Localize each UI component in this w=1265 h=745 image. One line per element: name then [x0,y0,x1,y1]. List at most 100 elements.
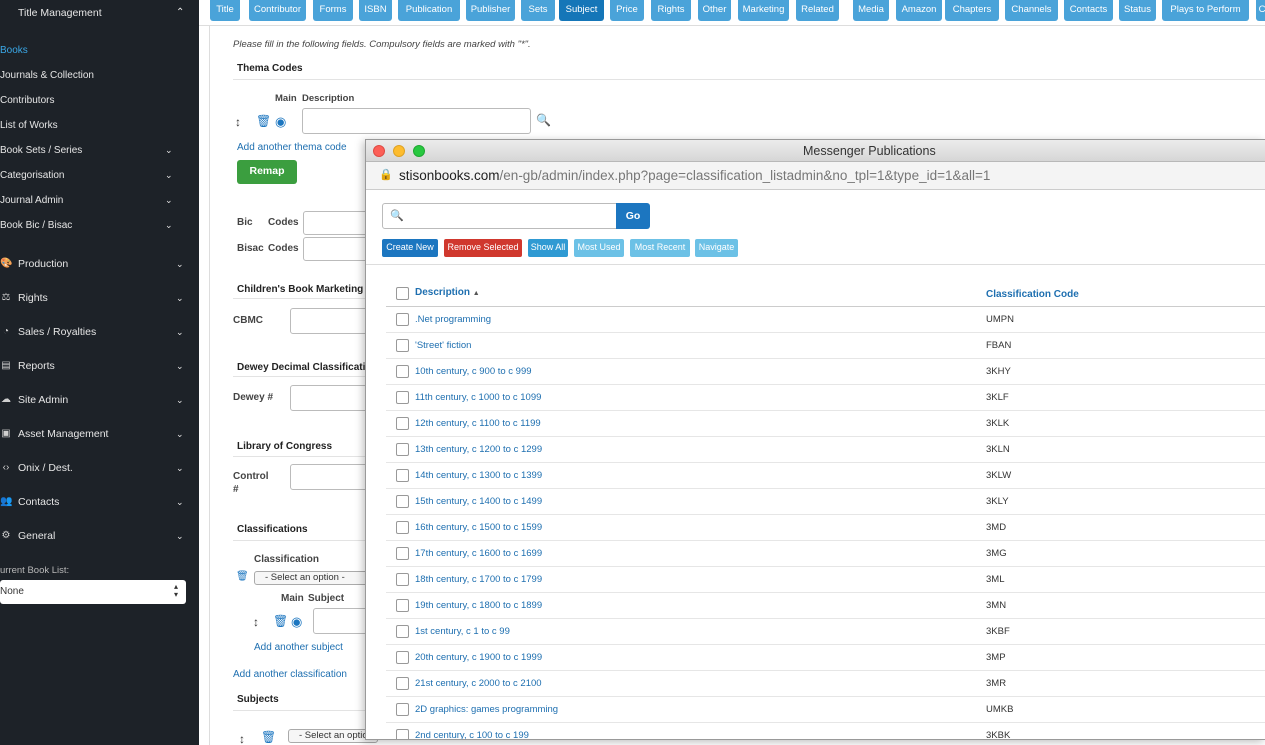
tab-chapters[interactable]: Chapters [945,0,999,21]
go-button[interactable]: Go [616,203,650,229]
row-checkbox[interactable] [396,599,409,612]
row-description-link[interactable]: 14th century, c 1300 to c 1399 [415,470,542,481]
table-row[interactable]: 11th century, c 1000 to c 1099 3KLF [386,385,1265,411]
table-row[interactable]: 15th century, c 1400 to c 1499 3KLY [386,489,1265,515]
table-row[interactable]: 16th century, c 1500 to c 1599 3MD [386,515,1265,541]
row-checkbox[interactable] [396,729,409,739]
row-checkbox[interactable] [396,625,409,638]
sidebar-item-book-sets-series[interactable]: Book Sets / Series ⌄ [0,142,199,162]
main-radio-icon[interactable]: ◉ [291,614,302,630]
add-subject-link[interactable]: Add another subject [254,642,343,653]
trash-icon[interactable]: 🗑 [273,614,288,628]
url-bar[interactable]: 🔒 stisonbooks.com/en-gb/admin/index.php?… [366,162,1265,190]
tab-subject[interactable]: Subject [559,0,604,21]
control-input[interactable] [290,464,370,490]
cbmc-input[interactable] [290,308,370,334]
row-checkbox[interactable] [396,469,409,482]
show-all-button[interactable]: Show All [528,239,568,257]
description-column-header[interactable]: Description ▲ [415,287,480,298]
row-description-link[interactable]: 16th century, c 1500 to c 1599 [415,522,542,533]
create-new-button[interactable]: Create New [382,239,438,257]
most-recent-button[interactable]: Most Recent [630,239,690,257]
sidebar-item-general[interactable]: ⚙ General ⌄ [0,526,199,552]
row-checkbox[interactable] [396,365,409,378]
tab-rights[interactable]: Rights [651,0,691,21]
row-description-link[interactable]: 17th century, c 1600 to c 1699 [415,548,542,559]
navigate-button[interactable]: Navigate [695,239,738,257]
table-row[interactable]: 20th century, c 1900 to c 1999 3MP [386,645,1265,671]
row-checkbox[interactable] [396,521,409,534]
thema-description-input[interactable] [302,108,531,134]
drag-handle-icon[interactable]: ↕ [239,732,245,745]
sidebar-item-categorisation[interactable]: Categorisation ⌄ [0,167,199,187]
trash-icon[interactable]: 🗑 [261,730,276,744]
tab-isbn[interactable]: ISBN [359,0,392,21]
row-checkbox[interactable] [396,495,409,508]
row-description-link[interactable]: 'Street' fiction [415,340,471,351]
drag-handle-icon[interactable]: ↕ [253,615,259,629]
row-checkbox[interactable] [396,573,409,586]
table-row[interactable]: 18th century, c 1700 to c 1799 3ML [386,567,1265,593]
row-description-link[interactable]: 1st century, c 1 to c 99 [415,626,510,637]
tab-related[interactable]: Related [796,0,839,21]
tab-sets[interactable]: Sets [521,0,555,21]
sidebar-header-title-management[interactable]: Title Management ⌃ [0,0,199,27]
remove-selected-button[interactable]: Remove Selected [444,239,522,257]
row-description-link[interactable]: 20th century, c 1900 to c 1999 [415,652,542,663]
most-used-button[interactable]: Most Used [574,239,624,257]
row-description-link[interactable]: .Net programming [415,314,491,325]
row-description-link[interactable]: 18th century, c 1700 to c 1799 [415,574,542,585]
row-checkbox[interactable] [396,677,409,690]
zoom-search-icon[interactable]: 🔍 [536,113,551,127]
table-row[interactable]: 'Street' fiction FBAN [386,333,1265,359]
table-row[interactable]: 12th century, c 1100 to c 1199 3KLK [386,411,1265,437]
row-checkbox[interactable] [396,443,409,456]
tab-other[interactable]: Other [698,0,731,21]
sidebar-item-site-admin[interactable]: ☁ Site Admin ⌄ [0,390,199,416]
sidebar-item-journals-collection[interactable]: Journals & Collection [0,67,199,87]
table-row[interactable]: 19th century, c 1800 to c 1899 3MN [386,593,1265,619]
table-row[interactable]: 17th century, c 1600 to c 1699 3MG [386,541,1265,567]
subject-input[interactable] [313,608,373,634]
trash-icon[interactable]: 🗑 [256,114,271,128]
row-description-link[interactable]: 12th century, c 1100 to c 1199 [415,418,541,429]
sidebar-item-reports[interactable]: ▤ Reports ⌄ [0,356,199,382]
tab-title[interactable]: Title [210,0,240,21]
row-description-link[interactable]: 19th century, c 1800 to c 1899 [415,600,542,611]
row-description-link[interactable]: 15th century, c 1400 to c 1499 [415,496,542,507]
search-input[interactable] [407,208,607,224]
tab-status[interactable]: Status [1119,0,1156,21]
tab-price[interactable]: Price [610,0,644,21]
row-checkbox[interactable] [396,547,409,560]
row-checkbox[interactable] [396,313,409,326]
sidebar-item-list-of-works[interactable]: List of Works [0,117,199,137]
window-zoom-button[interactable] [413,145,425,157]
tab-channels[interactable]: Channels [1005,0,1058,21]
row-checkbox[interactable] [396,391,409,404]
drag-handle-icon[interactable]: ↕ [235,115,241,129]
sidebar-item-sales-royalties[interactable]: ◔ Sales / Royalties ⌄ [0,322,199,348]
sidebar-item-contributors[interactable]: Contributors [0,92,199,112]
classification-code-column-header[interactable]: Classification Code [986,289,1079,300]
window-titlebar[interactable]: Messenger Publications [366,140,1265,162]
tab-contributor[interactable]: Contributor [249,0,306,21]
search-field[interactable]: 🔍 [382,203,617,229]
table-row[interactable]: 21st century, c 2000 to c 2100 3MR [386,671,1265,697]
tab-forms[interactable]: Forms [313,0,353,21]
sidebar-item-onix-dest[interactable]: ‹› Onix / Dest. ⌄ [0,458,199,484]
bic-codes-input[interactable] [303,211,373,235]
bisac-codes-input[interactable] [303,237,373,261]
dewey-input[interactable] [290,385,370,411]
table-row[interactable]: 10th century, c 900 to c 999 3KHY [386,359,1265,385]
table-row[interactable]: .Net programming UMPN [386,307,1265,333]
row-checkbox[interactable] [396,339,409,352]
main-radio-icon[interactable]: ◉ [275,114,286,130]
table-row[interactable]: 2nd century, c 100 to c 199 3KBK [386,723,1265,739]
row-checkbox[interactable] [396,417,409,430]
tab-media[interactable]: Media [853,0,889,21]
select-all-checkbox[interactable] [396,287,409,300]
window-minimize-button[interactable] [393,145,405,157]
row-description-link[interactable]: 2D graphics: games programming [415,704,558,715]
current-book-list-select[interactable]: None ▴ ▾ [0,580,186,604]
tab-plays-to-perform[interactable]: Plays to Perform [1162,0,1249,21]
